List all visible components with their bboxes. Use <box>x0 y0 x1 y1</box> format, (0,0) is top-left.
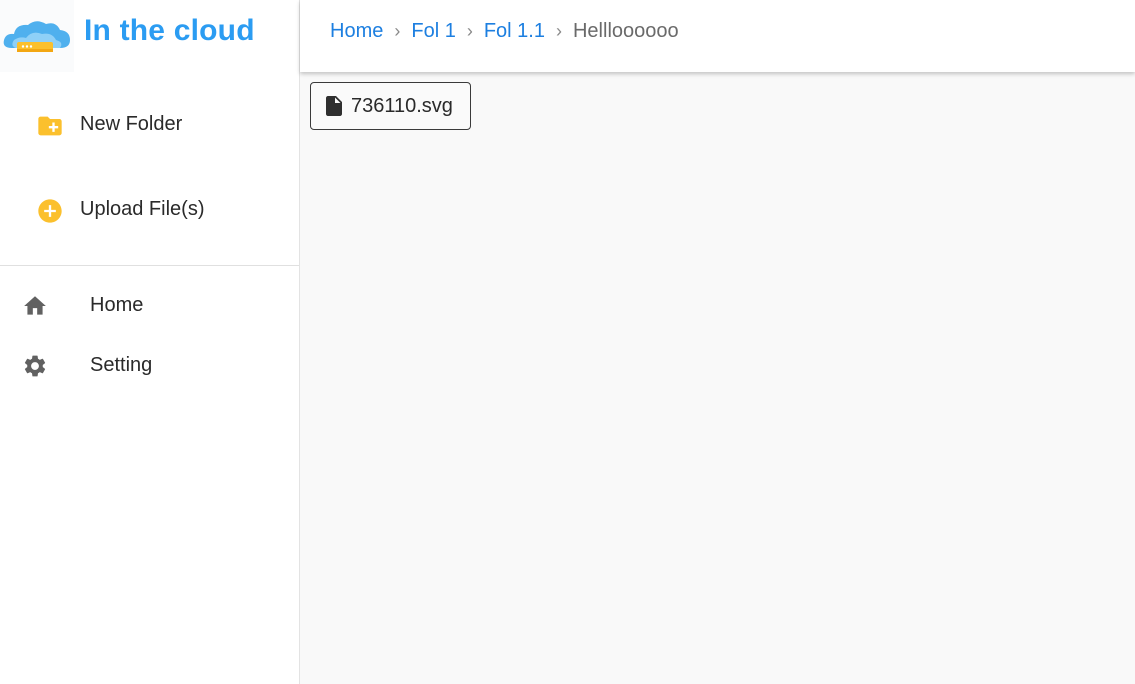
add-circle-icon <box>38 199 62 223</box>
top-bar: Home › Fol 1 › Fol 1.1 › Hellloooooo <box>300 0 1135 72</box>
sidebar-item-label: Setting <box>90 354 153 376</box>
sidebar-item-home[interactable]: Home <box>0 278 299 334</box>
breadcrumb-fol-1-1[interactable]: Fol 1.1 <box>484 20 545 43</box>
sidebar-item-setting[interactable]: Setting <box>0 338 299 394</box>
file-icon <box>326 96 342 116</box>
breadcrumb-separator: › <box>555 21 562 41</box>
file-item[interactable]: 736110.svg <box>310 82 471 130</box>
breadcrumb-fol-1[interactable]: Fol 1 <box>411 20 455 43</box>
gear-icon <box>24 355 46 377</box>
breadcrumb-current: Hellloooooo <box>572 20 679 42</box>
sidebar: In the cloud New Folder Upload File(s) H… <box>0 0 300 684</box>
sidebar-item-label: Home <box>90 294 144 316</box>
app-root: In the cloud New Folder Upload File(s) H… <box>0 0 1135 684</box>
cloud-server-icon <box>3 21 71 52</box>
brand-header: In the cloud <box>0 0 300 72</box>
upload-files-label: Upload File(s) <box>80 198 205 220</box>
new-folder-label: New Folder <box>80 113 183 135</box>
breadcrumb-separator: › <box>394 21 401 41</box>
upload-files-button[interactable]: Upload File(s) <box>0 180 299 240</box>
create-new-folder-icon <box>38 116 62 136</box>
home-icon <box>24 296 46 315</box>
file-area: 736110.svg <box>300 72 1135 684</box>
breadcrumb-separator: › <box>466 21 473 41</box>
file-name: 736110.svg <box>351 95 453 117</box>
logo[interactable] <box>0 0 74 72</box>
new-folder-button[interactable]: New Folder <box>0 95 299 155</box>
breadcrumb-home[interactable]: Home <box>330 20 383 43</box>
sidebar-divider <box>0 265 299 266</box>
brand-title: In the cloud <box>84 14 255 47</box>
breadcrumb: Home › Fol 1 › Fol 1.1 › Hellloooooo <box>330 20 679 43</box>
